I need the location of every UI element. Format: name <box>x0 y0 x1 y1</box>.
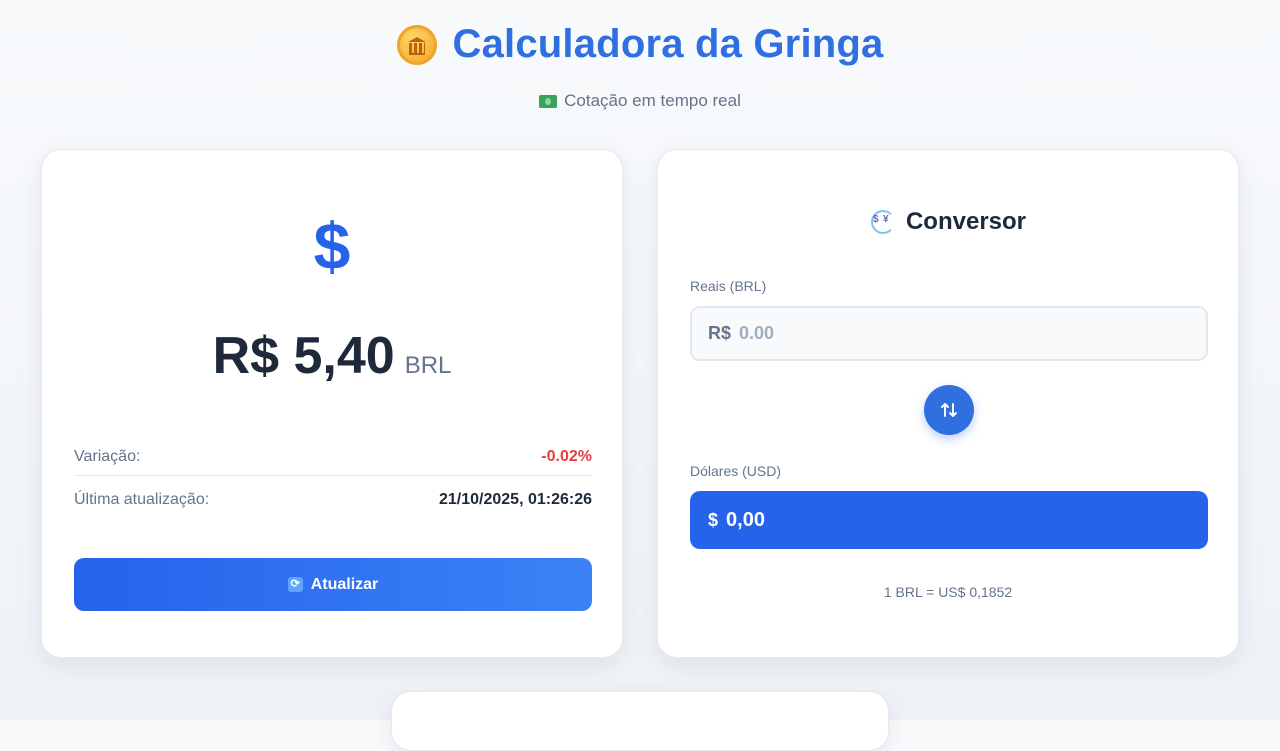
dollar-icon: $ <box>313 209 351 283</box>
converter-title-text: Conversor <box>905 208 1027 235</box>
converter-card: $¥ Conversor Reais (BRL) R$ Dólares (USD… <box>657 149 1239 658</box>
variation-value: -0.02% <box>541 447 592 465</box>
brl-input-wrapper[interactable]: R$ <box>690 306 1208 361</box>
brl-input[interactable] <box>739 323 1160 344</box>
currency-exchange-icon: $ ¥ <box>870 209 896 235</box>
refresh-button[interactable]: ⟳ Atualizar <box>74 558 592 611</box>
refresh-button-label: Atualizar <box>310 575 379 593</box>
last-update-value: 21/10/2025, 01:26:26 <box>438 491 592 508</box>
bank-coin-icon <box>396 24 437 65</box>
swap-button[interactable] <box>924 385 974 435</box>
usd-output: $ 0,00 <box>690 491 1208 549</box>
bottom-card <box>391 691 889 751</box>
usd-prefix: $ <box>708 509 719 530</box>
brl-prefix: R$ <box>708 323 732 343</box>
conversion-rate: 1 BRL = US$ 0,1852 <box>883 584 1013 600</box>
swap-arrows-icon <box>941 403 957 417</box>
money-bill-icon <box>539 94 558 108</box>
rate-unit: BRL <box>404 352 452 379</box>
converter-title: $ ¥ Conversor <box>658 208 1238 236</box>
variation-label: Variação: <box>74 447 141 465</box>
usd-label: Dólares (USD) <box>690 463 782 479</box>
header: Calculadora da Gringa <box>0 22 1280 67</box>
page-subtitle: Cotação em tempo real <box>0 91 1280 111</box>
rate-value: R$ 5,40 <box>212 327 395 385</box>
last-update-label: Última atualização: <box>74 491 210 508</box>
quote-card: $ R$ 5,40 BRL Variação: -0.02% Última at… <box>41 149 623 658</box>
subtitle-text: Cotação em tempo real <box>564 91 741 110</box>
refresh-icon: ⟳ <box>287 577 303 592</box>
variation-row: Variação: -0.02% <box>74 438 592 476</box>
usd-value: 0,00 <box>726 508 765 531</box>
last-update-row: Última atualização: 21/10/2025, 01:26:26 <box>74 490 592 510</box>
brl-label: Reais (BRL) <box>690 278 767 294</box>
rate-display: R$ 5,40 BRL <box>42 326 622 386</box>
page-title: Calculadora da Gringa <box>452 22 884 66</box>
